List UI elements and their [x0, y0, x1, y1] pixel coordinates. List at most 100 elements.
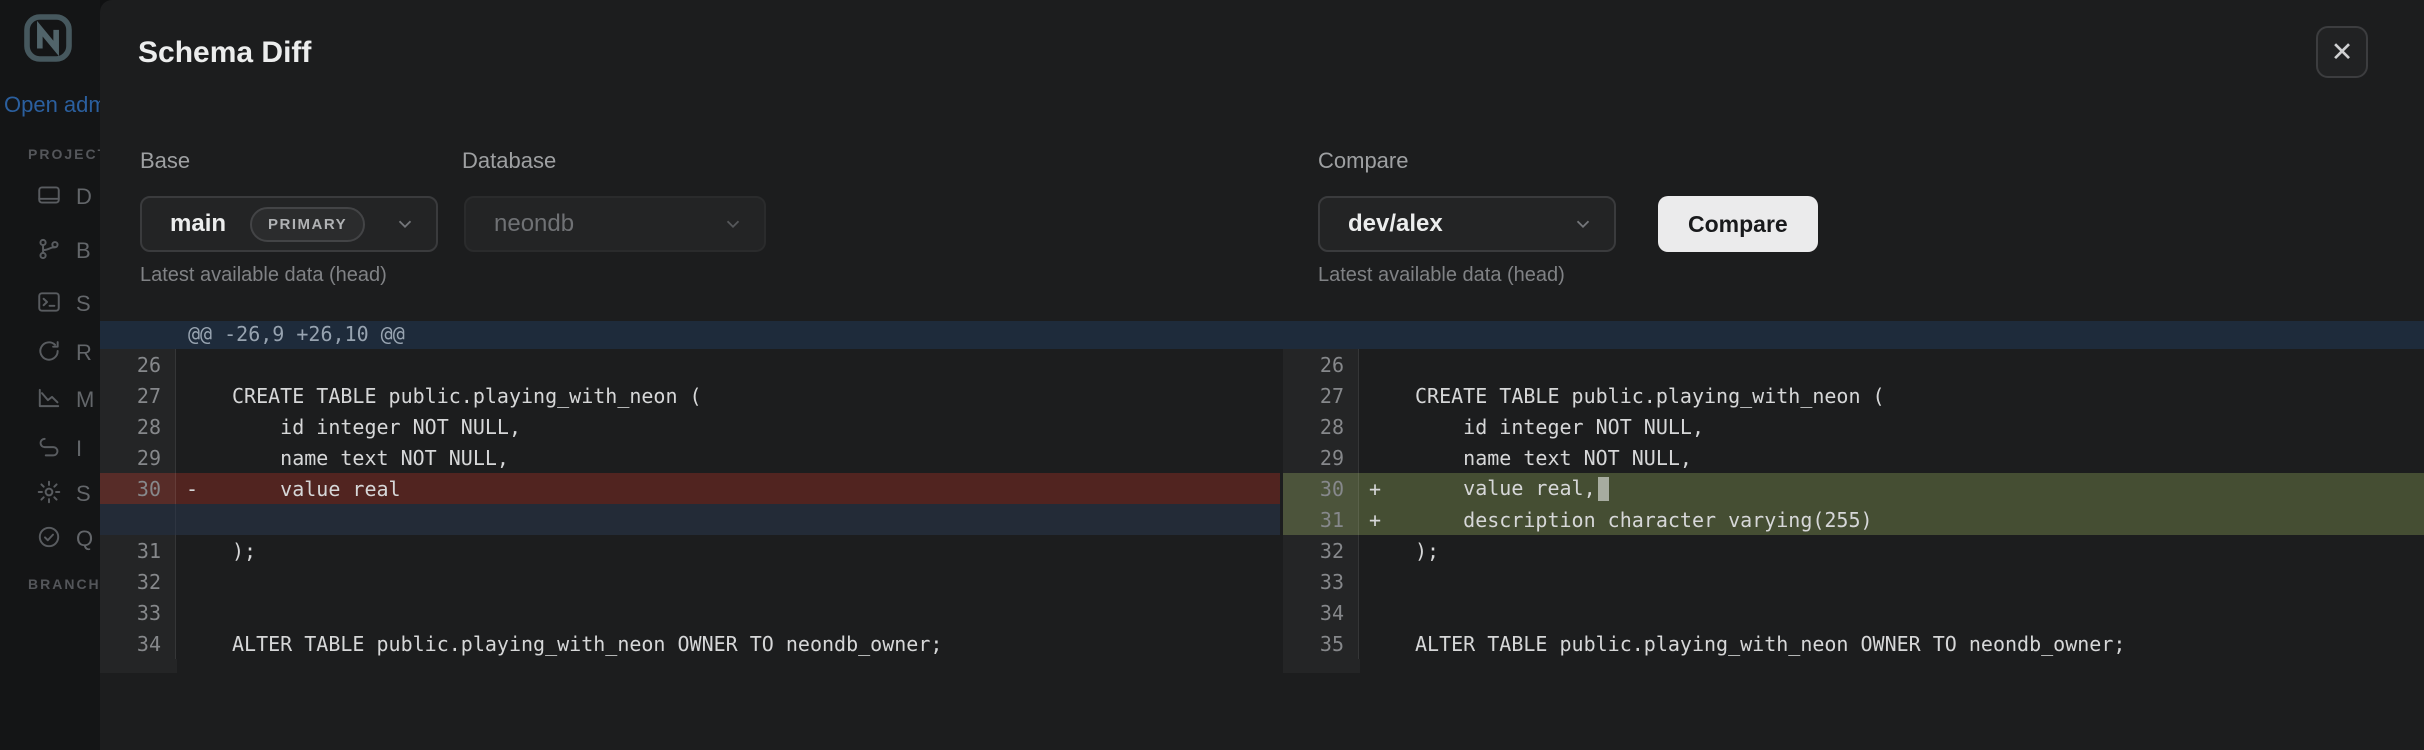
line-number: 35 — [1283, 628, 1359, 659]
sidebar-item-integrations[interactable]: I — [36, 434, 82, 464]
integrations-icon — [36, 434, 62, 465]
diff-row-context: 26 — [1283, 349, 2424, 380]
compare-branch-select[interactable]: dev/alex — [1318, 196, 1616, 252]
sidebar-item-sql-editor[interactable]: S — [36, 289, 91, 319]
diff-row-context: 26 — [100, 349, 1280, 380]
diff-row-context: 35 ALTER TABLE public.playing_with_neon O… — [1283, 628, 2424, 659]
base-branch-value: main — [170, 210, 227, 237]
line-number: 34 — [100, 628, 176, 659]
database-value: neondb — [494, 210, 575, 237]
sidebar-item-branches[interactable]: B — [36, 236, 91, 266]
line-number: 30 — [1283, 473, 1359, 504]
diff-row-context: 33 — [100, 597, 1280, 628]
code-line: value real, — [1399, 476, 2424, 502]
code-line: id integer NOT NULL, — [232, 414, 521, 439]
sidebar: Open adm PROJECT DBSRMISQ BRANCH — [0, 0, 100, 750]
sidebar-item-monitoring[interactable]: M — [36, 385, 94, 415]
diff-row-removed: 30- value real — [100, 473, 1280, 504]
line-number: 34 — [1283, 597, 1359, 628]
code-line: id integer NOT NULL, — [1415, 414, 1704, 439]
diff-marker: + — [1369, 507, 1382, 532]
code-line: CREATE TABLE public.playing_with_neon ( — [232, 383, 702, 408]
line-number: 29 — [100, 442, 176, 473]
sidebar-item-label: D — [76, 184, 92, 209]
chevron-down-icon — [1572, 213, 1594, 235]
base-branch-select[interactable]: main PRIMARY — [140, 196, 438, 252]
line-number: 27 — [1283, 380, 1359, 411]
code-line: name text NOT NULL, — [1415, 445, 1692, 470]
diff-row-context: 34 ALTER TABLE public.playing_with_neon O… — [100, 628, 1280, 659]
diff-row-context: 29 name text NOT NULL, — [100, 442, 1280, 473]
code-line: ALTER TABLE public.playing_with_neon OWN… — [232, 631, 943, 656]
diff-row-context: 28 id integer NOT NULL, — [1283, 411, 2424, 442]
diff-row-context: 32); — [1283, 535, 2424, 566]
branches-icon — [36, 236, 62, 267]
sidebar-item-label: I — [76, 436, 83, 461]
line-number: 28 — [1283, 411, 1359, 442]
sidebar-item-dashboard[interactable]: D — [36, 182, 92, 212]
sidebar-item-label: S — [76, 481, 91, 506]
text-cursor — [1597, 477, 1609, 502]
hunk-header-text: @@ -26,9 +26,10 @@ — [188, 322, 405, 346]
chevron-down-icon — [722, 213, 744, 235]
settings-icon — [36, 479, 62, 510]
primary-badge: PRIMARY — [250, 206, 366, 242]
code-line: description character varying(255) — [1415, 507, 1873, 532]
compare-helper-text: Latest available data (head) — [1318, 264, 1565, 286]
line-number: 26 — [1283, 349, 1359, 380]
line-number: 31 — [1283, 504, 1359, 535]
line-number: 33 — [1283, 566, 1359, 597]
diff-marker: - — [186, 476, 199, 501]
line-number: 26 — [100, 349, 176, 380]
chevron-down-icon — [394, 213, 416, 235]
database-label: Database — [462, 148, 557, 173]
schema-diff-modal: Schema Diff ✕ Base Database Compare main… — [100, 0, 2424, 750]
code-line: ); — [232, 538, 257, 563]
code-line: ); — [1415, 538, 1440, 563]
sidebar-item-label: R — [76, 340, 92, 365]
database-select[interactable]: neondb — [464, 196, 766, 252]
sidebar-item-label: Q — [76, 526, 94, 551]
base-label: Base — [140, 148, 191, 173]
gutter-tail — [1283, 659, 1360, 673]
open-admin-link[interactable]: Open adm — [4, 92, 100, 118]
line-number: 30 — [100, 473, 176, 504]
compare-branch-value: dev/alex — [1348, 210, 1443, 237]
sql-editor-icon — [36, 289, 62, 320]
diff-pane-base[interactable]: 26 27 CREATE TABLE public.playing_with_neo… — [100, 349, 1280, 673]
code-line: CREATE TABLE public.playing_with_neon ( — [1415, 383, 1885, 408]
line-number: 29 — [1283, 442, 1359, 473]
code-line: value real — [232, 476, 401, 501]
line-number — [100, 504, 176, 535]
close-icon[interactable]: ✕ — [2316, 26, 2368, 78]
sidebar-item-restore[interactable]: R — [36, 338, 92, 368]
line-number: 27 — [100, 380, 176, 411]
line-number: 32 — [1283, 535, 1359, 566]
compare-button[interactable]: Compare — [1658, 196, 1818, 252]
diff-row-context: 32 — [100, 566, 1280, 597]
sidebar-section-project: PROJECT — [28, 146, 100, 162]
code-line: name text NOT NULL, — [232, 445, 509, 470]
neon-logo-icon[interactable] — [20, 10, 76, 66]
diff-pane-compare[interactable]: 26 27 CREATE TABLE public.playing_with_neo… — [1283, 349, 2424, 673]
sidebar-item-label: M — [76, 387, 95, 412]
line-number: 31 — [100, 535, 176, 566]
line-number: 32 — [100, 566, 176, 597]
diff-row-context: 27 CREATE TABLE public.playing_with_neon … — [100, 380, 1280, 411]
base-helper-text: Latest available data (head) — [140, 264, 387, 286]
dashboard-icon — [36, 182, 62, 213]
sidebar-item-label: B — [76, 238, 91, 263]
code-line: ALTER TABLE public.playing_with_neon OWN… — [1415, 631, 2126, 656]
gutter-tail — [100, 659, 177, 673]
diff-row-context: 28 id integer NOT NULL, — [100, 411, 1280, 442]
diff-row-added: 30 + value real, — [1283, 473, 2424, 504]
compare-label: Compare — [1318, 148, 1409, 173]
sidebar-item-quickstart[interactable]: Q — [36, 524, 93, 554]
diff-row-phantom — [100, 504, 1280, 535]
line-number: 28 — [100, 411, 176, 442]
schema-diff-screen: Open adm PROJECT DBSRMISQ BRANCH Schema … — [0, 0, 2424, 750]
diff-marker: + — [1369, 476, 1382, 501]
modal-title: Schema Diff — [138, 36, 312, 69]
line-number: 33 — [100, 597, 176, 628]
sidebar-item-settings[interactable]: S — [36, 479, 91, 509]
